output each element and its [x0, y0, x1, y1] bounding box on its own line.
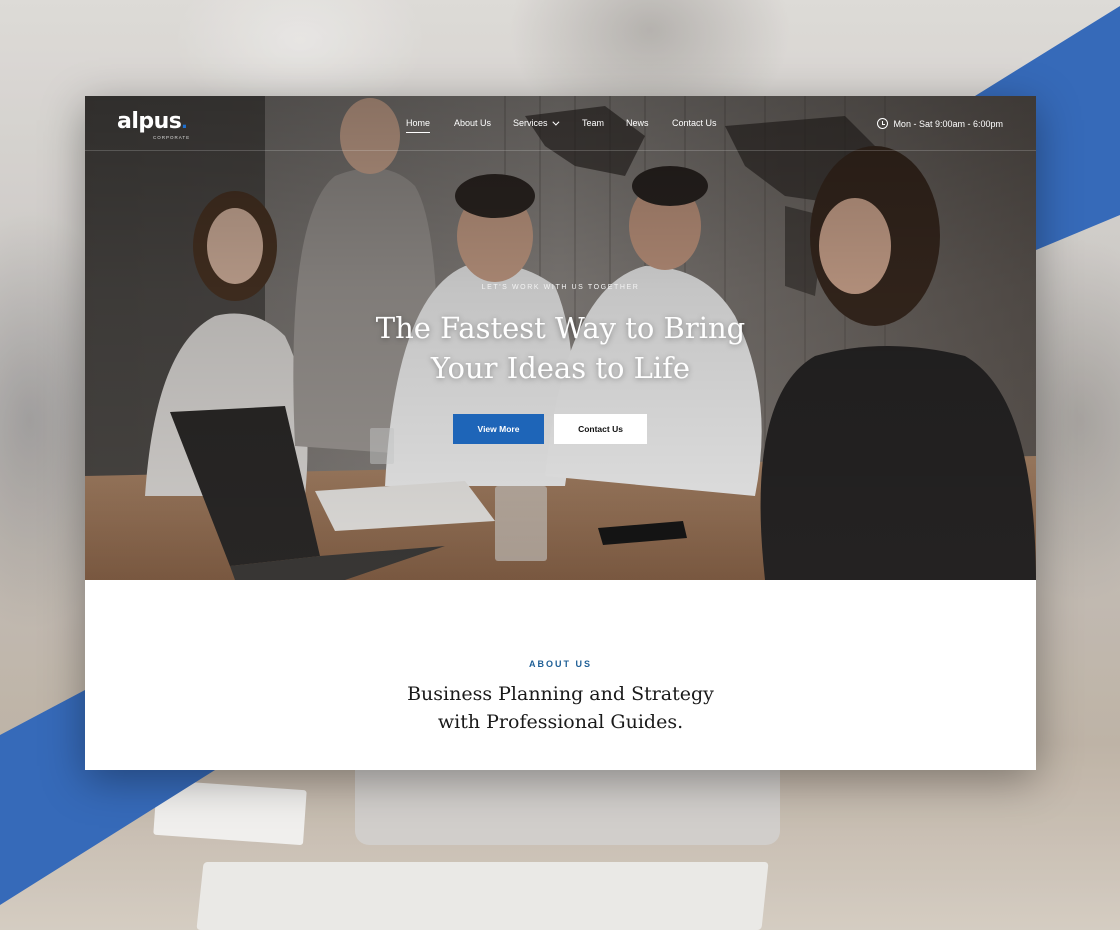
clock-icon: [877, 118, 889, 129]
about-kicker: ABOUT US: [529, 659, 592, 669]
hero-eyebrow: LET'S WORK WITH US TOGETHER: [481, 284, 640, 291]
site-logo[interactable]: alpus. CORPORATE: [117, 108, 189, 140]
nav-about-us[interactable]: About Us: [454, 118, 491, 128]
site-header: alpus. CORPORATE Home About Us Services …: [85, 96, 1036, 151]
business-hours-text: Mon - Sat 9:00am - 6:00pm: [893, 119, 1003, 129]
logo-dot: .: [181, 108, 188, 133]
nav-services[interactable]: Services: [513, 118, 559, 128]
about-title-line-1: Business Planning and Strategy: [407, 683, 714, 705]
hero-headline-line-2: Your Ideas to Life: [430, 351, 691, 385]
view-more-button[interactable]: View More: [453, 414, 544, 444]
website-mockup: alpus. CORPORATE Home About Us Services …: [85, 96, 1036, 770]
nav-contact-us[interactable]: Contact Us: [672, 118, 717, 128]
nav-services-label: Services: [513, 118, 548, 128]
logo-tagline: CORPORATE: [153, 135, 191, 140]
nav-home[interactable]: Home: [406, 118, 431, 133]
hero-headline-line-1: The Fastest Way to Bring: [375, 311, 746, 345]
nav-news[interactable]: News: [626, 118, 649, 128]
hero-headline: The Fastest Way to Bring Your Ideas to L…: [85, 308, 1036, 388]
chevron-down-icon: [551, 118, 559, 126]
logo-wordmark: alpus: [117, 109, 182, 134]
nav-team[interactable]: Team: [582, 118, 604, 128]
about-title-line-2: with Professional Guides.: [437, 711, 684, 733]
hero-section: alpus. CORPORATE Home About Us Services …: [85, 96, 1036, 580]
contact-us-button[interactable]: Contact Us: [554, 414, 647, 444]
business-hours: Mon - Sat 9:00am - 6:00pm: [877, 118, 1003, 129]
about-title: Business Planning and Strategy with Prof…: [85, 680, 1036, 736]
